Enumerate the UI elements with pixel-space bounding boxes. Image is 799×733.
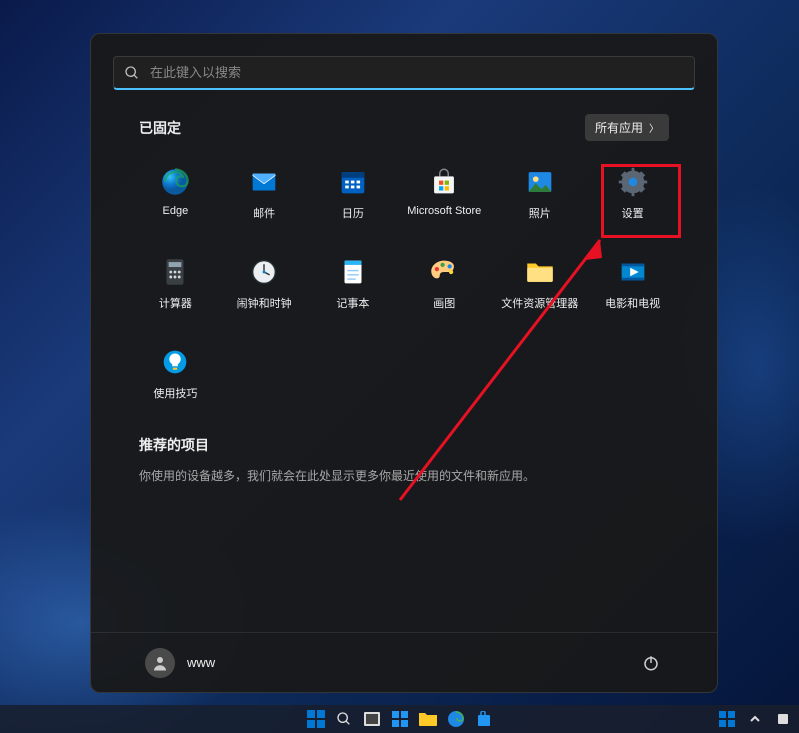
app-tile-settings[interactable]: 设置 (596, 159, 669, 227)
pinned-section: 已固定 所有应用 〉 Edge 邮件 (91, 90, 717, 407)
app-label: 文件资源管理器 (501, 295, 578, 311)
taskbar-tray-overflow-icon[interactable] (743, 708, 767, 730)
app-tile-mail[interactable]: 邮件 (228, 159, 301, 227)
calculator-icon (158, 255, 192, 289)
taskbar-center (304, 708, 496, 730)
tips-icon (158, 345, 192, 379)
chevron-right-icon: 〉 (649, 120, 659, 135)
recommended-title: 推荐的项目 (139, 435, 669, 455)
clock-icon (247, 255, 281, 289)
taskbar-tray-item-icon[interactable] (771, 708, 795, 730)
edge-icon (158, 165, 192, 199)
app-tile-store[interactable]: Microsoft Store (405, 159, 483, 227)
app-label: Microsoft Store (407, 205, 481, 217)
taskbar-edge-button[interactable] (444, 708, 468, 730)
app-tile-calculator[interactable]: 计算器 (139, 249, 212, 317)
search-icon (124, 65, 140, 81)
app-tile-explorer[interactable]: 文件资源管理器 (499, 249, 580, 317)
photos-icon (523, 165, 557, 199)
recommended-section: 推荐的项目 你使用的设备越多，我们就会在此处显示更多你最近使用的文件和新应用。 (91, 407, 717, 484)
power-button[interactable] (633, 645, 669, 681)
app-tile-tips[interactable]: 使用技巧 (139, 339, 212, 407)
pinned-header: 已固定 所有应用 〉 (139, 114, 669, 141)
avatar-icon (145, 648, 175, 678)
calendar-icon (336, 165, 370, 199)
settings-icon (616, 165, 650, 199)
app-label: 设置 (622, 205, 644, 221)
all-apps-label: 所有应用 (595, 119, 643, 136)
taskbar-store-button[interactable] (472, 708, 496, 730)
app-grid: Edge 邮件 日历 Microsoft Store (139, 159, 669, 407)
app-tile-clock[interactable]: 闹钟和时钟 (228, 249, 301, 317)
pinned-title: 已固定 (139, 118, 181, 138)
app-label: 邮件 (253, 205, 275, 221)
store-icon (427, 165, 461, 199)
start-footer: www (91, 632, 717, 692)
app-label: 画图 (433, 295, 455, 311)
search-box[interactable] (113, 56, 695, 90)
mail-icon (247, 165, 281, 199)
taskbar-right (715, 708, 795, 730)
app-label: 日历 (342, 205, 364, 221)
app-label: 计算器 (159, 295, 192, 311)
username-label: www (187, 655, 215, 670)
app-tile-calendar[interactable]: 日历 (317, 159, 390, 227)
taskbar-tray-windows-icon[interactable] (715, 708, 739, 730)
app-tile-movies[interactable]: 电影和电视 (596, 249, 669, 317)
user-account-button[interactable]: www (139, 642, 221, 684)
taskbar-widgets-button[interactable] (388, 708, 412, 730)
app-label: 电影和电视 (605, 295, 660, 311)
app-tile-paint[interactable]: 画图 (405, 249, 483, 317)
folder-icon (523, 255, 557, 289)
taskbar-search-button[interactable] (332, 708, 356, 730)
taskbar-taskview-button[interactable] (360, 708, 384, 730)
taskbar-explorer-button[interactable] (416, 708, 440, 730)
taskbar (0, 705, 799, 733)
paint-icon (427, 255, 461, 289)
app-label: 照片 (529, 205, 551, 221)
notepad-icon (336, 255, 370, 289)
app-tile-notepad[interactable]: 记事本 (317, 249, 390, 317)
app-label: 闹钟和时钟 (237, 295, 292, 311)
recommended-message: 你使用的设备越多，我们就会在此处显示更多你最近使用的文件和新应用。 (139, 467, 669, 484)
search-input[interactable] (150, 65, 684, 80)
taskbar-start-button[interactable] (304, 708, 328, 730)
app-label: 使用技巧 (153, 385, 197, 401)
app-label: Edge (163, 205, 189, 217)
app-tile-edge[interactable]: Edge (139, 159, 212, 227)
start-menu: 已固定 所有应用 〉 Edge 邮件 (90, 33, 718, 693)
movies-icon (616, 255, 650, 289)
app-label: 记事本 (336, 295, 369, 311)
search-area (91, 34, 717, 90)
all-apps-button[interactable]: 所有应用 〉 (585, 114, 669, 141)
app-tile-photos[interactable]: 照片 (499, 159, 580, 227)
